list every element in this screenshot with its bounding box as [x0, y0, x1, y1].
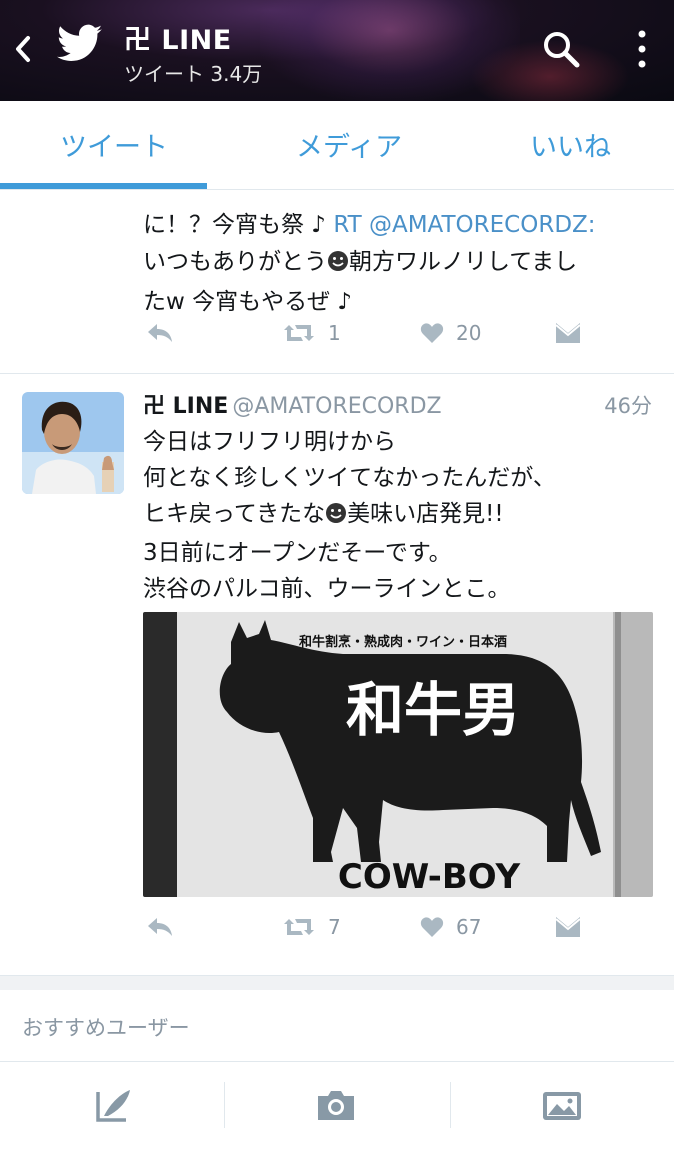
account-name: 卍 LINE	[124, 25, 232, 56]
profile-tabs: ツイート メディア いいね	[0, 101, 674, 190]
reply-icon[interactable]	[146, 912, 174, 942]
tweet-mention[interactable]: RT @AMATORECORDZ:	[333, 212, 595, 238]
tweet-text-cutoff	[143, 190, 663, 207]
retweet-button[interactable]: 1	[282, 318, 341, 348]
tweet-actions: 1 20	[0, 318, 674, 348]
tab-media[interactable]: メディア	[296, 125, 402, 164]
camera-icon[interactable]	[314, 1086, 358, 1126]
direct-message-icon[interactable]	[554, 912, 582, 942]
tweet-text-line: 3日前にオープンだそーです。	[143, 540, 452, 566]
like-count: 67	[456, 915, 482, 939]
suggested-users[interactable]: おすすめユーザー	[0, 990, 674, 1062]
tweet-timestamp: 46分	[604, 394, 652, 418]
smiley-emoji-icon	[325, 499, 347, 535]
tab-likes[interactable]: いいね	[530, 125, 611, 164]
twitter-bird-icon	[56, 24, 104, 68]
tweet-text-line: いつもありがとう	[143, 249, 327, 275]
tweet-photo[interactable]: 和牛割烹・熟成肉・ワイン・日本酒 和牛男 COW-BOY	[143, 612, 653, 897]
search-icon[interactable]	[540, 28, 582, 70]
divider	[224, 1082, 225, 1128]
retweet-icon	[282, 322, 316, 344]
avatar[interactable]	[22, 392, 124, 494]
section-divider	[0, 976, 674, 990]
back-icon[interactable]	[12, 34, 34, 64]
tweet-text-line-row: ヒキ戻ってきたな 美味い店発見!!	[143, 496, 663, 535]
like-button[interactable]: 67	[420, 912, 481, 942]
tweet-text-line: 美味い店発見!!	[347, 501, 504, 527]
photo-main-text: 和牛男	[346, 676, 520, 744]
tweet-text: に！？今宵も祭 ♪ RT @AMATORECORDZ: いつもありがとう 朝方ワル…	[143, 190, 663, 321]
compose-tweet-icon[interactable]	[92, 1086, 136, 1126]
tweet[interactable]: 卍 LINE @AMATORECORDZ 46分 今日はフリフリ明けから 何となく…	[0, 374, 674, 976]
profile-header: 卍 LINE ツイート 3.4万	[0, 0, 674, 101]
tweet-text-line: ヒキ戻ってきたな	[143, 501, 326, 527]
suggested-users-label: おすすめユーザー	[22, 1016, 190, 1040]
tweet-text-line: 渋谷のパルコ前、ウーラインとこ。	[143, 576, 511, 602]
tweet-count: ツイート 3.4万	[124, 62, 263, 86]
tweet-author-name[interactable]: 卍 LINE	[143, 394, 228, 419]
gallery-icon[interactable]	[540, 1086, 584, 1126]
tweet-timeline: に！？今宵も祭 ♪ RT @AMATORECORDZ: いつもありがとう 朝方ワル…	[0, 190, 674, 976]
more-options-icon[interactable]	[634, 26, 650, 72]
divider	[450, 1082, 451, 1128]
tweet-actions: 7 67	[0, 912, 674, 942]
tweet-text-line: に！？今宵も祭 ♪	[143, 212, 334, 238]
tweet-text-line: 朝方ワルノリしてまし	[349, 249, 578, 275]
tweet-text-line: 今日はフリフリ明けから	[143, 429, 396, 455]
direct-message-icon[interactable]	[554, 318, 582, 348]
photo-top-text: 和牛割烹・熟成肉・ワイン・日本酒	[299, 634, 507, 650]
retweet-button[interactable]: 7	[282, 912, 341, 942]
retweet-count: 1	[328, 321, 341, 345]
bottom-action-bar	[0, 1062, 674, 1151]
retweet-icon	[282, 916, 316, 938]
reply-icon[interactable]	[146, 318, 174, 348]
tweet-author-handle[interactable]: @AMATORECORDZ	[232, 394, 441, 419]
heart-icon	[420, 916, 444, 938]
tweet[interactable]: に！？今宵も祭 ♪ RT @AMATORECORDZ: いつもありがとう 朝方ワル…	[0, 190, 674, 374]
photo-sub-text: COW-BOY	[338, 857, 521, 897]
tab-tweets[interactable]: ツイート	[60, 125, 168, 164]
smiley-emoji-icon	[327, 247, 349, 284]
tweet-text-line: たw 今宵もやるぜ ♪	[143, 289, 353, 315]
tweet-text-line: 何となく珍しくツイてなかったんだが、	[143, 465, 556, 491]
heart-icon	[420, 322, 444, 344]
retweet-count: 7	[328, 915, 341, 939]
tweet-text: 今日はフリフリ明けから 何となく珍しくツイてなかったんだが、 ヒキ戻ってきたな美…	[143, 424, 663, 607]
like-button[interactable]: 20	[420, 318, 481, 348]
active-tab-indicator	[0, 183, 207, 189]
tweet-header: 卍 LINE @AMATORECORDZ	[143, 388, 442, 420]
like-count: 20	[456, 321, 482, 345]
